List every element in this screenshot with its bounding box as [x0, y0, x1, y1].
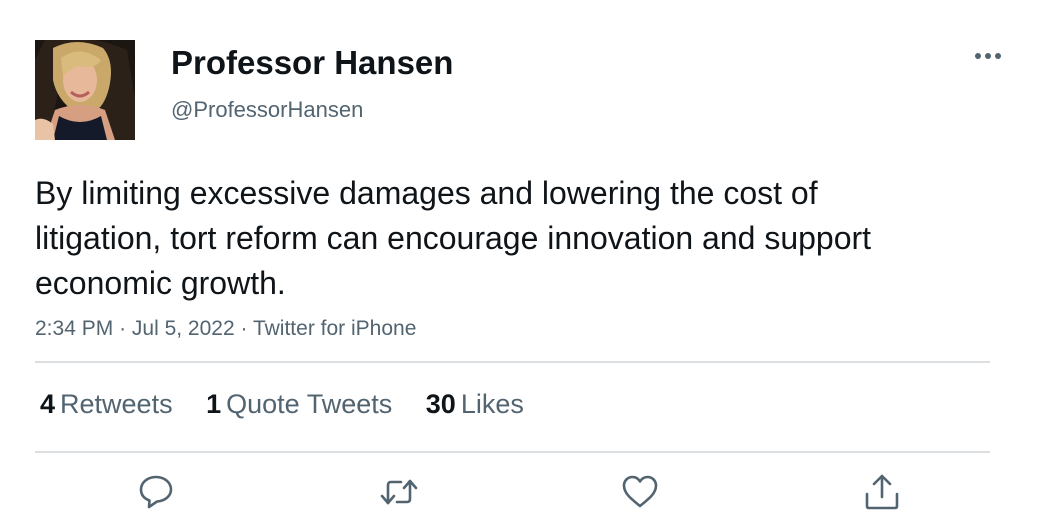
share-button[interactable]: [862, 472, 902, 512]
divider: [35, 451, 990, 453]
quote-tweets-stat[interactable]: 1 Quote Tweets: [206, 387, 392, 421]
tweet-time[interactable]: 2:34 PM: [35, 317, 113, 340]
tweet-source[interactable]: Twitter for iPhone: [253, 317, 416, 340]
tweet-meta: 2:34 PM · Jul 5, 2022 · Twitter for iPho…: [35, 315, 416, 343]
meta-separator: ·: [119, 317, 127, 340]
tweet-text: By limiting excessive damages and loweri…: [35, 175, 872, 301]
engagement-stats: 4 Retweets 1 Quote Tweets 30 Likes: [40, 387, 550, 421]
heart-icon: [622, 475, 658, 508]
author-handle[interactable]: @ProfessorHansen: [171, 96, 363, 124]
retweets-count: 4: [40, 389, 56, 419]
like-button[interactable]: [620, 472, 660, 512]
tweet-date[interactable]: Jul 5, 2022: [132, 317, 235, 340]
retweets-label: Retweets: [60, 389, 173, 419]
reply-button[interactable]: [136, 472, 176, 512]
likes-stat[interactable]: 30 Likes: [426, 387, 524, 421]
more-horizontal-icon: [975, 53, 1001, 59]
retweet-button[interactable]: [379, 472, 419, 512]
retweet-icon: [380, 479, 418, 505]
quote-tweets-label: Quote Tweets: [226, 389, 393, 419]
meta-separator: ·: [240, 317, 248, 340]
quote-tweets-count: 1: [206, 389, 222, 419]
author-display-name[interactable]: Professor Hansen: [171, 42, 453, 84]
more-options-button[interactable]: [972, 44, 1004, 68]
divider: [35, 361, 990, 363]
avatar-photo: [35, 40, 135, 140]
retweets-stat[interactable]: 4 Retweets: [40, 387, 173, 421]
likes-label: Likes: [460, 389, 524, 419]
share-icon: [865, 474, 899, 510]
reply-icon: [139, 475, 173, 509]
avatar[interactable]: [35, 40, 135, 140]
likes-count: 30: [425, 389, 456, 419]
